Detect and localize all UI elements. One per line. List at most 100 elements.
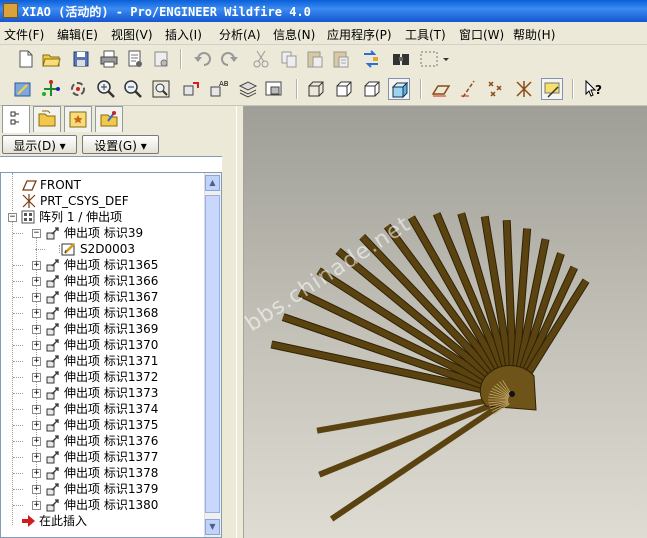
paste-icon[interactable] xyxy=(304,48,326,70)
scroll-up-button[interactable]: ▲ xyxy=(205,175,220,191)
menu-insert[interactable]: 插入(I) xyxy=(165,26,202,43)
tree-item[interactable]: + 伸出项 标识1369 xyxy=(1,321,206,337)
expand-toggle[interactable]: + xyxy=(32,437,41,446)
collapse-toggle[interactable]: − xyxy=(8,213,17,222)
paste-special-icon[interactable] xyxy=(330,48,352,70)
no-hidden-icon[interactable] xyxy=(361,78,383,100)
new-icon[interactable] xyxy=(14,48,36,70)
copy-file-icon[interactable] xyxy=(150,48,172,70)
datum-points-icon[interactable] xyxy=(485,78,507,100)
whats-this-icon[interactable]: ? xyxy=(582,78,604,100)
tree-item[interactable]: + 伸出项 标识1368 xyxy=(1,305,206,321)
tree-item[interactable]: S2D0003 xyxy=(1,241,206,257)
regenerate-icon[interactable] xyxy=(360,48,382,70)
tree-item[interactable]: − 伸出项 标识39 xyxy=(1,225,206,241)
tree-item[interactable]: FRONT xyxy=(1,177,206,193)
expand-toggle[interactable]: + xyxy=(32,293,41,302)
tree-item[interactable]: − 阵列 1 / 伸出项 xyxy=(1,209,206,225)
tree-item[interactable]: + 伸出项 标识1379 xyxy=(1,481,206,497)
menu-tools[interactable]: 工具(T) xyxy=(405,26,446,43)
expand-toggle[interactable]: + xyxy=(32,501,41,510)
expand-toggle[interactable]: + xyxy=(32,277,41,286)
tree-item[interactable]: + 伸出项 标识1378 xyxy=(1,465,206,481)
expand-toggle[interactable]: + xyxy=(32,341,41,350)
view-manager-icon[interactable] xyxy=(263,78,285,100)
menu-view[interactable]: 视图(V) xyxy=(111,26,153,43)
find-icon[interactable] xyxy=(390,48,412,70)
scroll-down-button[interactable]: ▼ xyxy=(205,519,220,535)
collapse-toggle[interactable]: − xyxy=(32,229,41,238)
tree-item[interactable]: + 伸出项 标识1370 xyxy=(1,337,206,353)
expand-toggle[interactable]: + xyxy=(32,261,41,270)
print-icon[interactable] xyxy=(98,48,120,70)
tree-item[interactable]: + 伸出项 标识1375 xyxy=(1,417,206,433)
datum-planes-icon[interactable] xyxy=(430,78,452,100)
refit-icon[interactable] xyxy=(150,78,172,100)
tree-item[interactable]: PRT_CSYS_DEF xyxy=(1,193,206,209)
chevron-down-icon[interactable] xyxy=(440,48,452,70)
shading-icon[interactable] xyxy=(388,78,410,100)
copy-icon[interactable] xyxy=(278,48,300,70)
expand-toggle[interactable]: + xyxy=(32,325,41,334)
expand-toggle[interactable]: + xyxy=(32,389,41,398)
cut-icon[interactable] xyxy=(250,48,272,70)
expand-toggle[interactable]: + xyxy=(32,405,41,414)
scroll-thumb[interactable] xyxy=(205,195,220,513)
coordinate-systems-icon[interactable] xyxy=(513,78,535,100)
show-dropdown-button[interactable]: 显示(D) ▾ xyxy=(2,135,77,154)
annotations-icon[interactable] xyxy=(541,78,563,100)
menu-help[interactable]: 帮助(H) xyxy=(513,26,555,43)
open-icon[interactable] xyxy=(40,48,62,70)
saved-views-icon[interactable]: AB xyxy=(208,78,230,100)
datum-axes-icon[interactable] xyxy=(458,78,480,100)
tree-item[interactable]: + 伸出项 标识1380 xyxy=(1,497,206,513)
folder-browser-tab-icon[interactable] xyxy=(33,106,61,132)
tree-item[interactable]: 在此插入 xyxy=(1,513,206,529)
tree-item[interactable]: + 伸出项 标识1365 xyxy=(1,257,206,273)
tree-item[interactable]: + 伸出项 标识1374 xyxy=(1,401,206,417)
wireframe-icon[interactable] xyxy=(305,78,327,100)
settings-dropdown-button[interactable]: 设置(G) ▾ xyxy=(82,135,159,154)
email-icon[interactable] xyxy=(124,48,146,70)
tree-item[interactable]: + 伸出项 标识1371 xyxy=(1,353,206,369)
expand-toggle[interactable]: + xyxy=(32,453,41,462)
graphics-window[interactable]: bbs.chinade.net xyxy=(241,106,647,538)
zoom-in-icon[interactable] xyxy=(95,78,117,100)
model-tree-tab-icon[interactable] xyxy=(2,105,30,133)
panel-splitter[interactable] xyxy=(236,106,244,538)
tree-item[interactable]: + 伸出项 标识1377 xyxy=(1,449,206,465)
model-view[interactable] xyxy=(244,106,647,538)
tree-scrollbar[interactable]: ▲ ▼ xyxy=(204,173,221,537)
orient-mode-icon[interactable] xyxy=(67,78,89,100)
menu-info[interactable]: 信息(N) xyxy=(273,26,315,43)
expand-toggle[interactable]: + xyxy=(32,357,41,366)
expand-toggle[interactable]: + xyxy=(32,373,41,382)
menu-window[interactable]: 窗口(W) xyxy=(459,26,504,43)
connections-tab-icon[interactable] xyxy=(95,106,123,132)
save-icon[interactable] xyxy=(70,48,92,70)
menu-applications[interactable]: 应用程序(P) xyxy=(327,26,392,43)
tree-item[interactable]: + 伸出项 标识1366 xyxy=(1,273,206,289)
undo-icon[interactable] xyxy=(192,48,214,70)
spin-center-icon[interactable] xyxy=(40,78,62,100)
favorites-tab-icon[interactable] xyxy=(64,106,92,132)
tree-item[interactable]: + 伸出项 标识1376 xyxy=(1,433,206,449)
expand-toggle[interactable]: + xyxy=(32,421,41,430)
tree-item[interactable]: + 伸出项 标识1372 xyxy=(1,369,206,385)
menu-analysis[interactable]: 分析(A) xyxy=(219,26,261,43)
layers-icon[interactable] xyxy=(237,78,259,100)
hidden-line-icon[interactable] xyxy=(333,78,355,100)
redo-icon[interactable] xyxy=(218,48,240,70)
select-box-icon[interactable] xyxy=(418,48,440,70)
expand-toggle[interactable]: + xyxy=(32,485,41,494)
zoom-out-icon[interactable] xyxy=(122,78,144,100)
menu-file[interactable]: 文件(F) xyxy=(4,26,44,43)
tree-item[interactable]: + 伸出项 标识1367 xyxy=(1,289,206,305)
repaint-icon[interactable] xyxy=(12,78,34,100)
menu-edit[interactable]: 编辑(E) xyxy=(57,26,98,43)
expand-toggle[interactable]: + xyxy=(32,469,41,478)
expand-toggle[interactable]: + xyxy=(32,309,41,318)
reorient-icon[interactable] xyxy=(180,78,202,100)
extrude-icon xyxy=(45,497,61,513)
tree-item[interactable]: + 伸出项 标识1373 xyxy=(1,385,206,401)
